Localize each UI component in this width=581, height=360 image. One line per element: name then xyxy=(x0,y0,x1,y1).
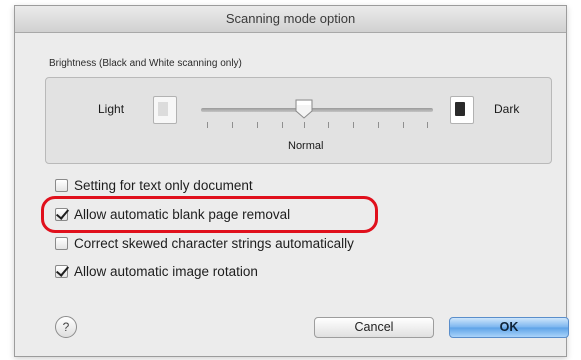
option-label: Setting for text only document xyxy=(74,177,253,193)
light-label: Light xyxy=(98,102,125,116)
checkbox-image-rotation[interactable] xyxy=(55,264,68,278)
brightness-slider-track[interactable] xyxy=(201,108,433,112)
option-label: Correct skewed character strings automat… xyxy=(74,235,354,251)
slider-tick xyxy=(257,122,258,128)
brightness-slider-thumb[interactable] xyxy=(294,98,314,120)
option-text-only-document[interactable]: Setting for text only document xyxy=(55,175,253,195)
highlight-outline xyxy=(41,196,378,233)
cancel-button[interactable]: Cancel xyxy=(314,317,434,338)
normal-label: Normal xyxy=(288,140,324,152)
brightness-group-label: Brightness (Black and White scanning onl… xyxy=(49,58,242,69)
dialog-title: Scanning mode option xyxy=(15,6,566,33)
option-image-rotation[interactable]: Allow automatic image rotation xyxy=(55,261,258,281)
slider-tick xyxy=(282,122,283,128)
checkbox-correct-skew[interactable] xyxy=(55,236,68,250)
option-label: Allow automatic image rotation xyxy=(74,263,258,279)
slider-tick xyxy=(378,122,379,128)
scanning-mode-dialog: Scanning mode option Brightness (Black a… xyxy=(14,5,569,357)
slider-tick xyxy=(232,122,233,128)
option-correct-skew[interactable]: Correct skewed character strings automat… xyxy=(55,233,354,253)
slider-tick xyxy=(403,122,404,128)
dark-document-icon xyxy=(450,96,474,124)
brightness-group: Light Dark Normal xyxy=(45,77,552,164)
checkbox-text-only-document[interactable] xyxy=(55,178,68,192)
slider-tick xyxy=(328,122,329,128)
slider-tick xyxy=(353,122,354,128)
light-document-icon xyxy=(153,96,177,124)
slider-tick xyxy=(304,122,305,128)
slider-tick xyxy=(207,122,208,128)
ok-button[interactable]: OK xyxy=(449,317,569,338)
dark-label: Dark xyxy=(494,102,520,116)
slider-tick xyxy=(427,122,428,128)
help-button[interactable]: ? xyxy=(55,316,77,338)
